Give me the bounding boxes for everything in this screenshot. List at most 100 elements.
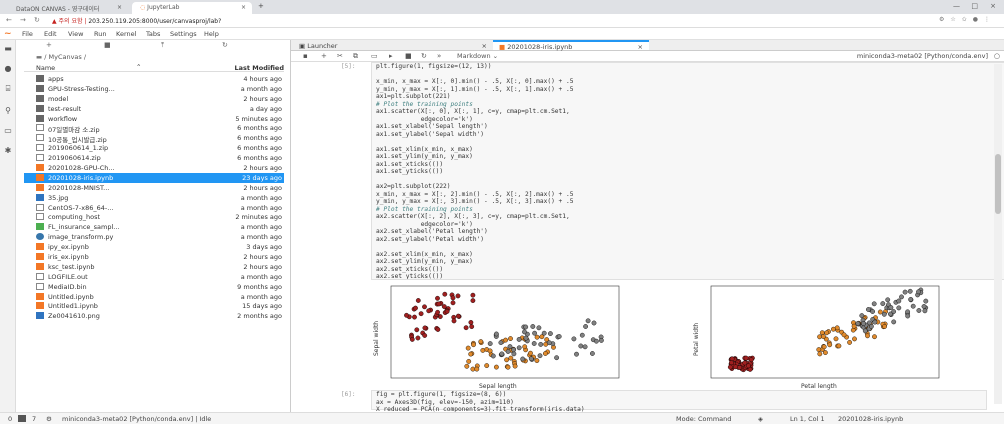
scrollbar[interactable] bbox=[994, 64, 1002, 404]
menu-edit[interactable]: Edit bbox=[44, 30, 57, 38]
modified-column-header[interactable]: Last Modified bbox=[235, 64, 284, 72]
running-icon[interactable]: ● bbox=[3, 64, 13, 74]
run-icon[interactable]: ▸ bbox=[389, 52, 393, 60]
commands-icon[interactable]: ⌸ bbox=[3, 84, 13, 94]
file-row[interactable]: image_transform.py a month ago bbox=[24, 232, 284, 242]
breadcrumb[interactable]: ▬ / MyCanvas / bbox=[36, 53, 86, 61]
menu-tabs[interactable]: Tabs bbox=[146, 30, 160, 38]
back-icon[interactable]: ← bbox=[6, 16, 12, 24]
code-editor[interactable]: plt.figure(1, figsize=(12, 13)) x_min, x… bbox=[372, 63, 1004, 279]
close-icon[interactable]: × bbox=[241, 4, 246, 11]
scrollbar-thumb[interactable] bbox=[995, 154, 1001, 214]
extension-icon[interactable]: ✱ bbox=[3, 146, 13, 156]
file-modified: 6 months ago bbox=[237, 124, 282, 133]
file-row[interactable]: computing_host 2 minutes ago bbox=[24, 212, 284, 222]
menu-settings[interactable]: Settings bbox=[170, 30, 197, 38]
tabs-icon[interactable]: ▭ bbox=[3, 126, 13, 136]
kernel-name[interactable]: miniconda3-meta02 [Python/conda.env] bbox=[857, 52, 988, 60]
restart-icon[interactable]: ↻ bbox=[421, 52, 427, 60]
menu-run[interactable]: Run bbox=[94, 30, 106, 38]
copy-icon[interactable]: ⧉ bbox=[353, 52, 358, 61]
refresh-icon[interactable]: ↻ bbox=[222, 41, 228, 49]
file-row[interactable]: CentOS-7-x86_64-... a month ago bbox=[24, 203, 284, 213]
file-row[interactable]: apps 4 hours ago bbox=[24, 74, 284, 84]
tab-notebook[interactable]: ■ 20201028-iris.ipynb × bbox=[493, 40, 649, 51]
reload-icon[interactable]: ↻ bbox=[34, 16, 40, 24]
file-row[interactable]: 20201028-iris.ipynb 23 days ago bbox=[24, 172, 284, 183]
file-row[interactable]: Ze0041610.png 2 months ago bbox=[24, 311, 284, 321]
file-row[interactable]: iris_ex.ipynb 2 hours ago bbox=[24, 252, 284, 262]
menu-file[interactable]: File bbox=[22, 30, 33, 38]
file-row[interactable]: 20201028-GPU-Ch... 2 hours ago bbox=[24, 163, 284, 173]
close-icon[interactable]: × bbox=[482, 42, 487, 50]
minimize-button[interactable]: — bbox=[953, 2, 960, 10]
data-point bbox=[412, 314, 417, 320]
name-column-header[interactable]: Name bbox=[36, 64, 55, 72]
file-row[interactable]: 35.jpg a month ago bbox=[24, 193, 284, 203]
fast-forward-icon[interactable]: » bbox=[437, 52, 441, 60]
new-folder-icon[interactable]: ■ bbox=[104, 41, 111, 49]
data-point bbox=[824, 330, 830, 336]
cursor-position[interactable]: Ln 1, Col 1 bbox=[790, 415, 825, 423]
file-row[interactable]: ksc_test.ipynb 2 hours ago bbox=[24, 262, 284, 272]
file-name: Ze0041610.png bbox=[48, 312, 100, 321]
folder-icon[interactable]: ▬ bbox=[3, 44, 13, 54]
file-row[interactable]: Untitled1.ipynb 15 days ago bbox=[24, 301, 284, 311]
file-row[interactable]: test-result a day ago bbox=[24, 104, 284, 114]
kernel-status[interactable]: miniconda3-meta02 [Python/conda.env] | I… bbox=[62, 415, 211, 423]
menu-view[interactable]: View bbox=[68, 30, 83, 38]
paste-icon[interactable]: ▭ bbox=[371, 52, 378, 60]
browser-tab-jupyterlab[interactable]: ◌ JupyterLab × bbox=[132, 2, 252, 14]
cut-icon[interactable]: ✂ bbox=[337, 52, 343, 60]
kernel-count[interactable]: 7 bbox=[32, 415, 36, 423]
cell-type-select[interactable]: Markdown ⌄ bbox=[457, 52, 498, 60]
new-tab-button[interactable]: + bbox=[258, 2, 264, 10]
file-modified: 6 months ago bbox=[237, 144, 282, 153]
file-name: iris_ex.ipynb bbox=[48, 253, 89, 262]
file-row[interactable]: ipy_ex.ipynb 3 days ago bbox=[24, 242, 284, 252]
file-row[interactable]: workflow 5 minutes ago bbox=[24, 114, 284, 124]
forward-icon[interactable]: → bbox=[20, 16, 26, 24]
browser-tab-canvas[interactable]: DataON CANVAS - 영구데이터 × bbox=[8, 2, 128, 14]
data-point bbox=[511, 351, 517, 357]
upload-icon[interactable]: ⤒ bbox=[161, 41, 164, 50]
stop-icon[interactable]: ■ bbox=[405, 52, 412, 60]
url-field[interactable]: ▲ 주의 요함 | 203.250.119.205:8000/user/canv… bbox=[52, 16, 221, 25]
code-cell[interactable]: plt.figure(1, figsize=(12, 13)) x_min, x… bbox=[371, 62, 1004, 280]
close-window-button[interactable]: × bbox=[990, 2, 996, 10]
code-cell[interactable]: fig = plt.figure(1, figsize=(8, 6)) ax =… bbox=[371, 390, 987, 413]
data-point bbox=[422, 304, 427, 310]
security-warning: ▲ 주의 요함 | bbox=[52, 18, 89, 25]
close-icon[interactable]: × bbox=[117, 4, 122, 11]
file-row[interactable]: 07일별마감 소.zip 6 months ago bbox=[24, 123, 284, 134]
data-point bbox=[468, 320, 474, 325]
data-point bbox=[484, 363, 490, 369]
notebook-panel: ▣ Launcher × ■ 20201028-iris.ipynb × ▪ +… bbox=[291, 40, 1004, 413]
file-row[interactable]: 10공통_업시발급.zip 6 months ago bbox=[24, 133, 284, 144]
terminal-count[interactable]: 0 bbox=[8, 415, 12, 423]
data-point bbox=[487, 348, 493, 354]
file-row[interactable]: 20201028-MNIST... 2 hours ago bbox=[24, 183, 284, 193]
file-name: 2019060614_1.zip bbox=[48, 144, 109, 153]
file-row[interactable]: LOGFILE.out a month ago bbox=[24, 272, 284, 282]
file-row[interactable]: FL_insurance_sampl... a month ago bbox=[24, 222, 284, 232]
data-point bbox=[899, 294, 904, 300]
tools-icon[interactable]: ⚲ bbox=[3, 106, 13, 116]
maximize-button[interactable]: □ bbox=[971, 2, 978, 10]
data-point bbox=[547, 331, 553, 336]
tab-launcher[interactable]: ▣ Launcher × bbox=[293, 41, 493, 51]
close-icon[interactable]: × bbox=[638, 43, 643, 51]
save-icon[interactable]: ▪ bbox=[303, 52, 308, 60]
data-point bbox=[542, 351, 548, 356]
menu-help[interactable]: Help bbox=[204, 30, 219, 38]
menu-kernel[interactable]: Kernel bbox=[116, 30, 136, 38]
insert-cell-icon[interactable]: + bbox=[321, 52, 327, 60]
file-row[interactable]: 2019060614.zip 6 months ago bbox=[24, 153, 284, 163]
address-bar-icons[interactable]: ⚙☆✩●⋮ bbox=[939, 16, 996, 23]
file-row[interactable]: 2019060614_1.zip 6 months ago bbox=[24, 143, 284, 153]
file-row[interactable]: MediaID.bin 9 months ago bbox=[24, 282, 284, 292]
file-row[interactable]: GPU-Stress-Testing... a month ago bbox=[24, 84, 284, 94]
file-row[interactable]: Untitled.ipynb a month ago bbox=[24, 292, 284, 302]
new-launcher-icon[interactable]: + bbox=[46, 41, 52, 49]
file-row[interactable]: model 2 hours ago bbox=[24, 94, 284, 104]
